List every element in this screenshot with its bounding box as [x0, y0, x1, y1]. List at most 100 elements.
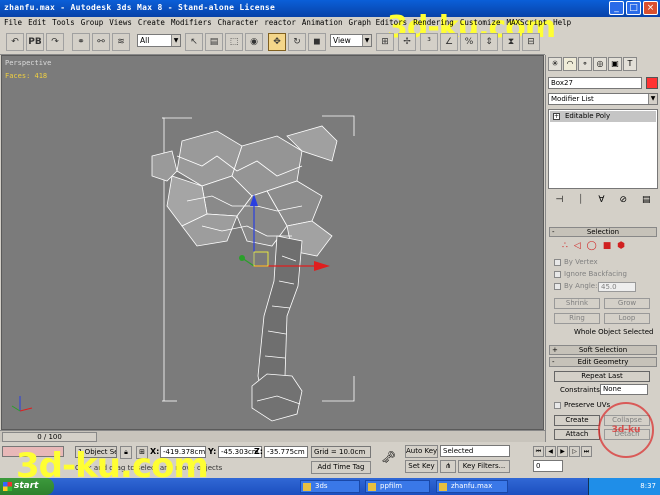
ignore-backfacing-checkbox[interactable]: Ignore Backfacing: [554, 270, 627, 278]
hierarchy-tab-icon[interactable]: ⚬: [578, 57, 592, 71]
constraints-dropdown[interactable]: None: [600, 384, 648, 395]
ring-button[interactable]: Ring: [554, 313, 600, 324]
selection-filter-dropdown[interactable]: All ▼: [137, 34, 181, 47]
select-rotate-icon[interactable]: ↻: [288, 33, 306, 51]
modifier-list-dropdown[interactable]: Modifier List ▼: [548, 93, 658, 105]
start-button[interactable]: start: [0, 478, 54, 495]
time-slider-thumb[interactable]: 0 / 100: [2, 432, 97, 442]
set-key-icon[interactable]: ⋔: [440, 460, 456, 473]
remove-modifier-icon[interactable]: ⊘: [619, 195, 627, 211]
play-icon[interactable]: ▶: [557, 446, 568, 457]
preserve-uvs-checkbox[interactable]: Preserve UVs: [554, 401, 610, 409]
viewport-label[interactable]: Perspective: [5, 59, 51, 67]
menu-group[interactable]: Group: [81, 17, 104, 29]
show-end-result-icon[interactable]: ⏐: [578, 195, 583, 211]
maximize-button[interactable]: □: [626, 1, 641, 15]
bind-icon[interactable]: ≋: [112, 33, 130, 51]
border-icon[interactable]: ◯: [587, 241, 597, 251]
taskbar-item[interactable]: zhanfu.max: [436, 480, 508, 493]
menu-reactor[interactable]: reactor: [264, 17, 296, 29]
soft-selection-rollout[interactable]: + Soft Selection: [549, 345, 657, 355]
menu-rendering[interactable]: Rendering: [413, 17, 454, 29]
pivot-icon[interactable]: ⊞: [376, 33, 394, 51]
menu-maxscript[interactable]: MAXScript: [506, 17, 547, 29]
clock[interactable]: 8:37: [640, 482, 656, 490]
z-coordinate[interactable]: -35.775cm: [264, 446, 308, 458]
shrink-button[interactable]: Shrink: [554, 298, 600, 309]
edit-geometry-rollout[interactable]: - Edit Geometry: [549, 357, 657, 367]
edge-icon[interactable]: ◁: [574, 241, 581, 251]
select-by-name-icon[interactable]: ▤: [205, 33, 223, 51]
configure-sets-icon[interactable]: ▤: [642, 195, 651, 211]
menu-customize[interactable]: Customize: [460, 17, 501, 29]
set-key-button[interactable]: Set Key: [405, 460, 438, 473]
time-slider[interactable]: 0 / 100: [0, 430, 545, 442]
go-to-start-icon[interactable]: ⏮: [533, 446, 544, 457]
perspective-viewport[interactable]: Perspective Faces: 418: [1, 55, 544, 430]
by-angle-spinner[interactable]: 45.0: [598, 282, 636, 292]
link-icon[interactable]: ⚭: [72, 33, 90, 51]
repeat-last-button[interactable]: Repeat Last: [554, 371, 650, 382]
create-button[interactable]: Create: [554, 415, 600, 426]
element-icon[interactable]: ⬢: [617, 241, 625, 251]
snap-icon[interactable]: ³: [420, 33, 438, 51]
minimize-button[interactable]: _: [609, 1, 624, 15]
menu-modifiers[interactable]: Modifiers: [171, 17, 212, 29]
menu-views[interactable]: Views: [109, 17, 132, 29]
unlink-icon[interactable]: ⚯: [92, 33, 110, 51]
pb-icon[interactable]: PB: [26, 33, 44, 51]
undo-icon[interactable]: ↶: [6, 33, 24, 51]
key-set-dropdown[interactable]: Selected: [440, 445, 510, 457]
make-unique-icon[interactable]: ∀: [598, 195, 604, 211]
menu-create[interactable]: Create: [138, 17, 165, 29]
menu-help[interactable]: Help: [553, 17, 571, 29]
key-filters-button[interactable]: Key Filters...: [458, 460, 510, 473]
rect-region-icon[interactable]: ⬚: [225, 33, 243, 51]
by-angle-checkbox[interactable]: By Angle:: [554, 282, 597, 290]
create-tab-icon[interactable]: ✳: [548, 57, 562, 71]
prev-frame-icon[interactable]: ◀: [545, 446, 556, 457]
polygon-icon[interactable]: ■: [603, 241, 612, 251]
select-scale-icon[interactable]: ◼: [308, 33, 326, 51]
angle-snap-icon[interactable]: ∠: [440, 33, 458, 51]
attach-button[interactable]: Attach: [554, 429, 600, 440]
object-name-field[interactable]: Box27: [548, 77, 642, 89]
select-move-icon[interactable]: ✥: [268, 33, 286, 51]
menu-tools[interactable]: Tools: [52, 17, 75, 29]
taskbar-item[interactable]: 3ds: [300, 480, 360, 493]
taskbar-item[interactable]: ppfilm: [365, 480, 430, 493]
menu-animation[interactable]: Animation: [302, 17, 343, 29]
menu-character[interactable]: Character: [218, 17, 259, 29]
manipulate-icon[interactable]: ✢: [398, 33, 416, 51]
go-to-end-icon[interactable]: ⏭: [581, 446, 592, 457]
modify-tab-icon[interactable]: ◠: [563, 57, 577, 71]
by-vertex-checkbox[interactable]: By Vertex: [554, 258, 598, 266]
vertex-icon[interactable]: ∴: [562, 241, 568, 251]
add-time-tag-button[interactable]: Add Time Tag: [311, 461, 371, 474]
mirror-icon[interactable]: ⧗: [502, 33, 520, 51]
selection-rollout[interactable]: - Selection: [549, 227, 657, 237]
expand-icon[interactable]: +: [553, 113, 560, 120]
menu-graph-editors[interactable]: Graph Editors: [348, 17, 407, 29]
select-icon[interactable]: ↖: [185, 33, 203, 51]
menu-file[interactable]: File: [4, 17, 22, 29]
key-mode-icon[interactable]: 🗝︎: [381, 450, 396, 464]
next-frame-icon[interactable]: ▷: [569, 446, 580, 457]
object-color-swatch[interactable]: [646, 77, 658, 89]
display-tab-icon[interactable]: ▣: [608, 57, 622, 71]
window-crossing-icon[interactable]: ◉: [245, 33, 263, 51]
percent-snap-icon[interactable]: %: [460, 33, 478, 51]
motion-tab-icon[interactable]: ◎: [593, 57, 607, 71]
menu-edit[interactable]: Edit: [28, 17, 46, 29]
stack-item-editable-poly[interactable]: + Editable Poly: [550, 111, 656, 122]
utilities-tab-icon[interactable]: T: [623, 57, 637, 71]
auto-key-button[interactable]: Auto Key: [405, 445, 438, 458]
pin-stack-icon[interactable]: ⊣: [555, 195, 563, 211]
reference-coord-dropdown[interactable]: View ▼: [330, 34, 372, 47]
loop-button[interactable]: Loop: [604, 313, 650, 324]
align-icon[interactable]: ⊟: [522, 33, 540, 51]
grow-button[interactable]: Grow: [604, 298, 650, 309]
spinner-snap-icon[interactable]: ⇕: [480, 33, 498, 51]
close-button[interactable]: ×: [643, 1, 658, 15]
redo-icon[interactable]: ↷: [46, 33, 64, 51]
